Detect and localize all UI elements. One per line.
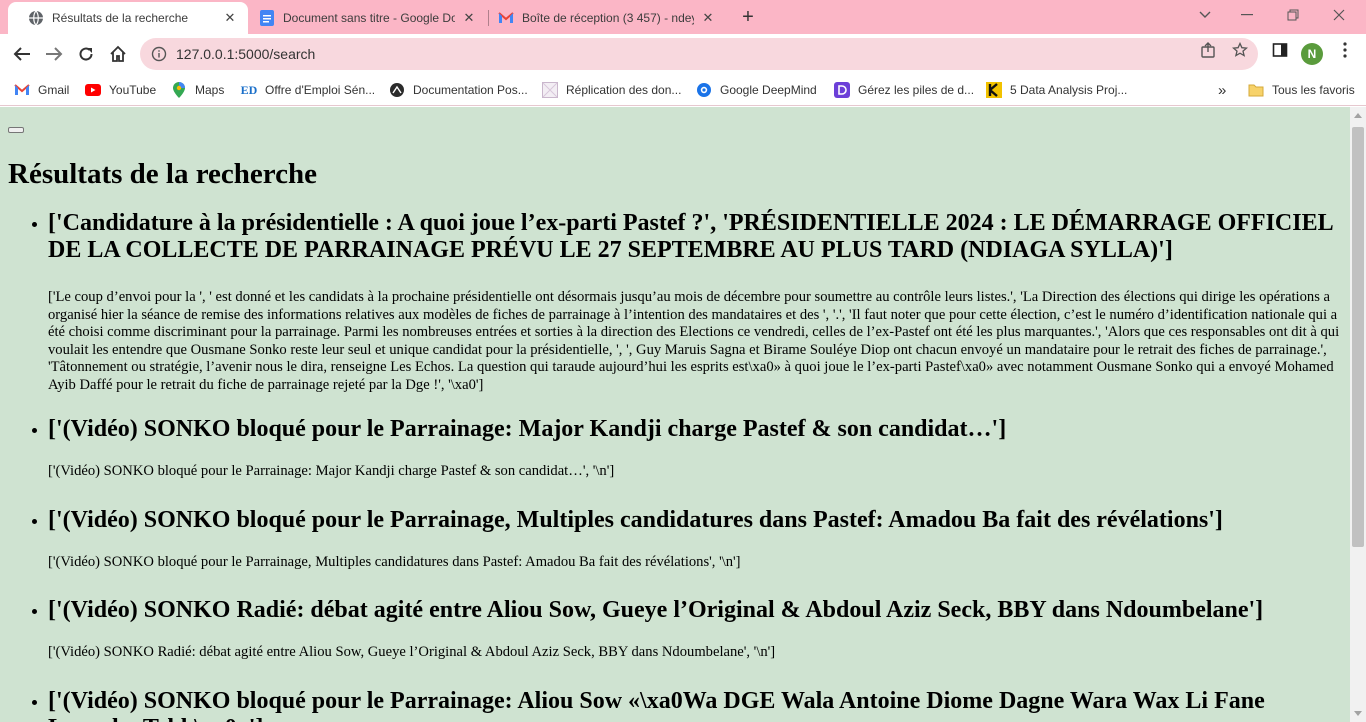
- bookmark-data-analysis[interactable]: 5 Data Analysis Proj...: [986, 80, 1127, 100]
- tab-title: Boîte de réception (3 457) - ndey: [522, 11, 694, 25]
- youtube-icon: [85, 82, 101, 98]
- google-docs-icon: [259, 10, 275, 26]
- reload-button[interactable]: [72, 40, 100, 68]
- ed-logo-icon: ED: [240, 82, 258, 97]
- result-item: ['(Vidéo) SONKO bloqué pour le Parrainag…: [32, 416, 1340, 481]
- bullet-icon: [32, 428, 37, 433]
- result-summary: ['Le coup d’envoi pour la ', ' est donné…: [48, 289, 1340, 393]
- tab-title: Document sans titre - Google Docs: [283, 11, 455, 25]
- bullet-icon: [32, 222, 37, 227]
- site-info-icon[interactable]: [150, 45, 168, 63]
- bookmark-deepmind[interactable]: Google DeepMind: [696, 80, 817, 100]
- bookmark-gerez-piles[interactable]: Gérez les piles de d...: [834, 80, 974, 100]
- result-item: ['Candidature à la présidentielle : A qu…: [32, 210, 1340, 394]
- share-icon[interactable]: [1199, 41, 1217, 59]
- bookmark-replication[interactable]: Réplication des don...: [542, 80, 681, 100]
- tab-gmail-inbox[interactable]: Boîte de réception (3 457) - ndey ✕: [478, 2, 726, 34]
- reload-icon: [79, 47, 93, 61]
- result-summary: ['(Vidéo) SONKO bloqué pour le Parrainag…: [48, 553, 741, 570]
- gmail-icon: [14, 82, 30, 98]
- scrollbar-thumb[interactable]: [1352, 127, 1364, 547]
- result-title: ['(Vidéo) SONKO bloqué pour le Parrainag…: [48, 416, 1007, 442]
- new-tab-button[interactable]: +: [737, 6, 759, 28]
- page-title: Résultats de la recherche: [8, 158, 318, 190]
- bookmark-label: Réplication des don...: [566, 83, 682, 97]
- close-window-icon[interactable]: [1316, 0, 1362, 30]
- bookmark-youtube[interactable]: YouTube: [85, 80, 156, 100]
- close-icon[interactable]: ✕: [222, 10, 238, 26]
- url-text[interactable]: 127.0.0.1:5000/search: [176, 46, 1258, 62]
- bookmark-label: Gmail: [38, 83, 70, 97]
- toolbar: 127.0.0.1:5000/search N: [0, 34, 1366, 74]
- profile-avatar[interactable]: N: [1301, 43, 1323, 65]
- bookmark-label: 5 Data Analysis Proj...: [1010, 83, 1128, 97]
- placeholder-image-icon: [542, 82, 558, 98]
- address-bar[interactable]: 127.0.0.1:5000/search: [140, 38, 1258, 70]
- page-content: Résultats de la recherche ['Candidature …: [0, 107, 1350, 722]
- bullet-icon: [32, 609, 37, 614]
- restore-icon[interactable]: [1270, 0, 1316, 30]
- scroll-up-arrow-icon[interactable]: [1354, 113, 1362, 118]
- bookmark-star-icon[interactable]: [1231, 41, 1249, 59]
- result-summary: ['(Vidéo) SONKO bloqué pour le Parrainag…: [48, 463, 615, 479]
- purple-d-icon: [834, 82, 850, 98]
- bookmark-label: YouTube: [109, 83, 157, 97]
- maps-pin-icon: [171, 82, 187, 98]
- bookmark-label: Tous les favoris: [1272, 83, 1355, 97]
- result-title: ['(Vidéo) SONKO Radié: débat agité entre…: [48, 597, 1264, 623]
- arrow-right-icon: [46, 47, 63, 61]
- small-button[interactable]: [8, 127, 24, 133]
- bookmark-offre-emploi[interactable]: ED Offre d'Emploi Sén...: [241, 80, 375, 100]
- result-item: ['(Vidéo) SONKO bloqué pour le Parrainag…: [32, 506, 1340, 572]
- results-list: ['Candidature à la présidentielle : A qu…: [0, 210, 1350, 722]
- result-title: ['Candidature à la présidentielle : A qu…: [48, 210, 1333, 263]
- bookmark-label: Google DeepMind: [720, 83, 817, 97]
- tab-title: Résultats de la recherche: [52, 11, 189, 25]
- tab-search-results[interactable]: Résultats de la recherche ✕: [8, 2, 248, 34]
- close-icon[interactable]: ✕: [461, 10, 477, 26]
- bookmark-label: Gérez les piles de d...: [858, 83, 975, 97]
- bookmark-label: Offre d'Emploi Sén...: [265, 83, 376, 97]
- k-logo-icon: [986, 82, 1002, 98]
- menu-kebab-icon[interactable]: [1336, 41, 1354, 59]
- vertical-scrollbar[interactable]: [1350, 107, 1366, 722]
- result-item: ['(Vidéo) SONKO Radié: débat agité entre…: [32, 597, 1340, 662]
- back-button[interactable]: [8, 40, 36, 68]
- bookmark-maps[interactable]: Maps: [171, 80, 224, 100]
- close-icon[interactable]: ✕: [700, 10, 716, 26]
- result-item: ['(Vidéo) SONKO bloqué pour le Parrainag…: [32, 687, 1340, 722]
- bookmark-gmail[interactable]: Gmail: [14, 80, 69, 100]
- bookmark-documentation[interactable]: Documentation Pos...: [389, 80, 528, 100]
- minimize-icon[interactable]: [1224, 0, 1270, 30]
- side-panel-icon[interactable]: [1271, 41, 1289, 59]
- folder-icon: [1248, 82, 1264, 98]
- globe-icon: [28, 10, 44, 26]
- home-button[interactable]: [104, 40, 132, 68]
- result-title: ['(Vidéo) SONKO bloqué pour le Parrainag…: [48, 687, 1265, 722]
- forward-button[interactable]: [40, 40, 68, 68]
- bookmark-label: Documentation Pos...: [413, 83, 528, 97]
- postman-icon: [389, 82, 405, 98]
- all-bookmarks[interactable]: Tous les favoris: [1248, 80, 1355, 100]
- tab-google-docs[interactable]: Document sans titre - Google Docs ✕: [239, 2, 487, 34]
- bookmarks-bar: Gmail YouTube Maps ED Offre d'Emploi Sén…: [0, 74, 1366, 106]
- scroll-down-arrow-icon[interactable]: [1354, 711, 1362, 716]
- arrow-left-icon: [13, 47, 30, 61]
- result-summary: ['(Vidéo) SONKO Radié: débat agité entre…: [48, 644, 776, 660]
- bookmarks-overflow-button[interactable]: »: [1218, 80, 1226, 100]
- deepmind-icon: [696, 82, 712, 98]
- tab-strip: Résultats de la recherche ✕ Document san…: [0, 0, 1366, 34]
- result-title: ['(Vidéo) SONKO bloqué pour le Parrainag…: [48, 506, 1223, 533]
- bookmark-label: Maps: [195, 83, 225, 97]
- bullet-icon: [32, 699, 37, 705]
- home-icon: [110, 45, 126, 62]
- bullet-icon: [32, 518, 37, 524]
- tab-search-dropdown-icon[interactable]: [1182, 0, 1228, 30]
- gmail-icon: [498, 10, 514, 26]
